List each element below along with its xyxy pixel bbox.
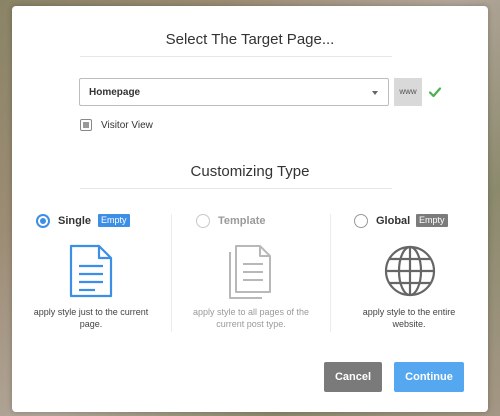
check-icon[interactable] bbox=[428, 85, 442, 99]
single-description: apply style just to the current page. bbox=[33, 307, 149, 329]
customizing-type-title: Customizing Type bbox=[190, 163, 310, 180]
multi-document-icon bbox=[229, 245, 271, 299]
template-description: apply style to all pages of the current … bbox=[192, 307, 310, 329]
option-global[interactable]: Global Empty bbox=[354, 214, 464, 230]
global-empty-badge: Empty bbox=[416, 214, 448, 227]
single-empty-badge: Empty bbox=[98, 214, 130, 227]
continue-button[interactable]: Continue bbox=[394, 362, 464, 392]
document-icon bbox=[69, 244, 113, 298]
globe-icon bbox=[384, 245, 436, 297]
single-radio[interactable] bbox=[36, 214, 50, 228]
target-page-dialog: Select The Target Page... Homepage www V… bbox=[12, 6, 488, 412]
visitor-view-label: Visitor View bbox=[101, 120, 153, 131]
template-label: Template bbox=[218, 215, 266, 227]
column-divider bbox=[171, 214, 172, 332]
customizing-divider bbox=[80, 188, 392, 189]
visitor-view-checkbox[interactable] bbox=[80, 119, 92, 131]
single-label: Single bbox=[58, 215, 92, 227]
target-page-select-value: Homepage bbox=[89, 87, 141, 98]
option-single[interactable]: Single Empty bbox=[36, 214, 146, 230]
dialog-title: Select The Target Page... bbox=[165, 31, 335, 48]
column-divider bbox=[330, 214, 331, 332]
option-template[interactable]: Template bbox=[196, 214, 296, 230]
global-label: Global bbox=[376, 215, 411, 227]
title-divider bbox=[80, 56, 392, 57]
template-radio[interactable] bbox=[196, 214, 210, 228]
www-button[interactable]: www bbox=[394, 78, 422, 106]
cancel-button[interactable]: Cancel bbox=[324, 362, 382, 392]
global-description: apply style to the entire website. bbox=[362, 307, 456, 329]
global-radio[interactable] bbox=[354, 214, 368, 228]
chevron-down-icon bbox=[372, 91, 378, 95]
target-page-select[interactable]: Homepage bbox=[79, 78, 389, 106]
